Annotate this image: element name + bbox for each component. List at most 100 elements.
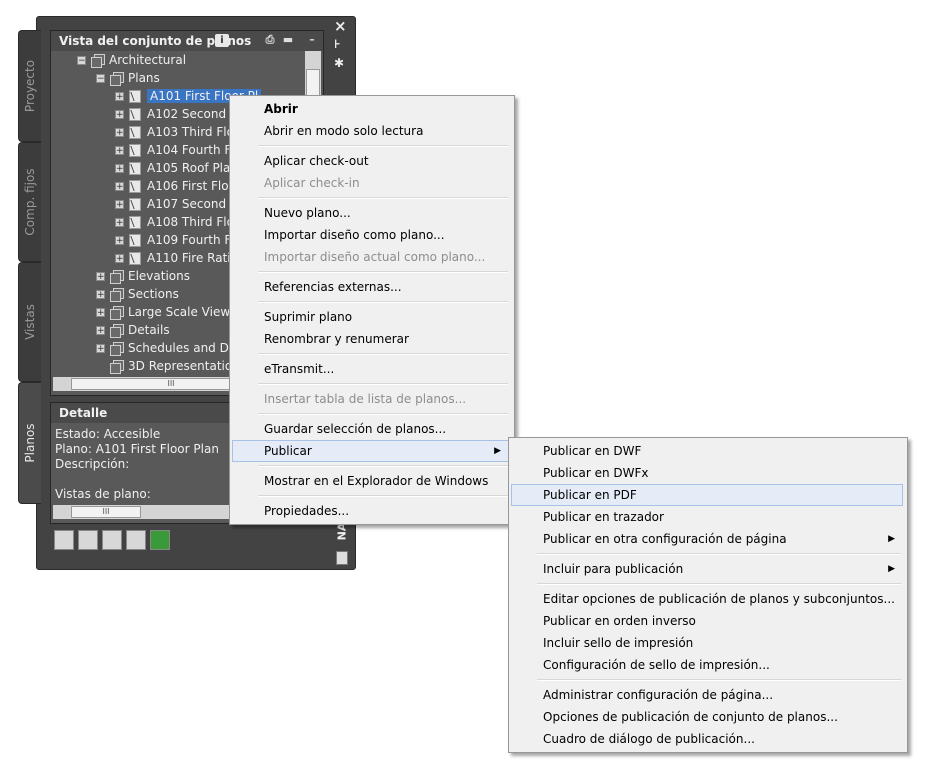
- menu-separator: [258, 495, 508, 497]
- subset-icon: [110, 288, 124, 302]
- palette-side-label: NA: [335, 522, 349, 541]
- tree-row-label: A104 Fourth Fl: [147, 143, 235, 157]
- menu-item-editar-opciones-de-publicacion-de-planos-y-subconjuntos[interactable]: Editar opciones de publicación de planos…: [511, 588, 903, 610]
- menu-item-abrir-en-modo-solo-lectura[interactable]: Abrir en modo solo lectura: [232, 120, 510, 142]
- menu-item-label: Cuadro de diálogo de publicación...: [543, 732, 755, 746]
- expand-icon[interactable]: +: [96, 290, 105, 300]
- expand-icon[interactable]: +: [115, 128, 124, 138]
- expand-icon[interactable]: +: [115, 218, 124, 228]
- subset-icon: [110, 324, 124, 338]
- expand-icon[interactable]: +: [115, 146, 124, 156]
- menu-item-publicar-en-dwfx[interactable]: Publicar en DWFx: [511, 462, 903, 484]
- tree-row-label: A108 Third Flo: [147, 215, 234, 229]
- expand-icon[interactable]: +: [96, 326, 105, 336]
- sheet-icon: [129, 144, 141, 157]
- menu-item-mostrar-en-el-explorador-de-windows[interactable]: Mostrar en el Explorador de Windows: [232, 470, 510, 492]
- menu-item-label: Publicar en trazador: [543, 510, 664, 524]
- collapse-icon[interactable]: −: [77, 56, 86, 66]
- pin-icon[interactable]: ⊦: [334, 37, 341, 51]
- menu-item-suprimir-plano[interactable]: Suprimir plano: [232, 306, 510, 328]
- properties-icon[interactable]: ✱: [334, 56, 344, 70]
- expand-icon[interactable]: +: [96, 344, 105, 354]
- new-sheet-icon[interactable]: [78, 530, 98, 550]
- tree-row-label: Architectural: [109, 53, 187, 67]
- tree-subset-row[interactable]: − Plans: [51, 70, 305, 88]
- tab-planos[interactable]: Planos: [18, 382, 41, 504]
- publish-icon[interactable]: ⎙: [263, 33, 277, 47]
- detail-sheet-views: Vistas de plano:: [55, 487, 151, 501]
- menu-item-abrir[interactable]: Abrir: [232, 98, 510, 120]
- menu-separator: [537, 553, 901, 555]
- menu-item-publicar[interactable]: Publicar ▶: [232, 440, 510, 462]
- info-icon[interactable]: i: [215, 34, 229, 47]
- menu-item-renombrar-y-renumerar[interactable]: Renombrar y renumerar: [232, 328, 510, 350]
- expand-icon[interactable]: +: [115, 92, 124, 102]
- view-list-icon[interactable]: [54, 530, 74, 550]
- menu-item-configuracion-de-sello-de-impresion[interactable]: Configuración de sello de impresión...: [511, 654, 903, 676]
- expand-icon[interactable]: +: [115, 236, 124, 246]
- menu-item-label: Publicar en orden inverso: [543, 614, 696, 628]
- scroll-thumb[interactable]: III: [71, 506, 141, 518]
- menu-item-aplicar-check-out[interactable]: Aplicar check-out: [232, 150, 510, 172]
- tree-row-label: A110 Fire Ratin: [147, 251, 239, 265]
- tab-proyecto[interactable]: Proyecto: [18, 30, 41, 142]
- menu-item-nuevo-plano[interactable]: Nuevo plano...: [232, 202, 510, 224]
- cursor-select-icon[interactable]: [102, 530, 122, 550]
- tab-comp-fijos[interactable]: Comp. fijos: [18, 142, 41, 262]
- menu-separator: [258, 413, 508, 415]
- menu-item-referencias-externas[interactable]: Referencias externas...: [232, 276, 510, 298]
- menu-item-incluir-para-publicacion[interactable]: Incluir para publicación ▶: [511, 558, 903, 580]
- menu-item-cuadro-de-dialogo-de-publicacion[interactable]: Cuadro de diálogo de publicación...: [511, 728, 903, 750]
- tab-label: Proyecto: [23, 59, 37, 113]
- collapse-icon[interactable]: –: [305, 33, 319, 47]
- expand-icon[interactable]: +: [115, 200, 124, 210]
- sheet-icon: [129, 162, 141, 175]
- tab-label: Comp. fijos: [23, 168, 37, 236]
- menu-item-importar-diseno-como-plano[interactable]: Importar diseño como plano...: [232, 224, 510, 246]
- menu-item-propiedades[interactable]: Propiedades...: [232, 500, 510, 522]
- menu-item-incluir-sello-de-impresion[interactable]: Incluir sello de impresión: [511, 632, 903, 654]
- collapse-icon[interactable]: −: [96, 74, 105, 84]
- expand-icon[interactable]: +: [115, 164, 124, 174]
- expand-icon[interactable]: +: [96, 308, 105, 318]
- menu-separator: [258, 465, 508, 467]
- menu-separator: [258, 197, 508, 199]
- layout-icon[interactable]: [126, 530, 146, 550]
- tree-row-label: 3D Representation: [128, 359, 240, 373]
- publish-submenu: Publicar en DWF Publicar en DWFx Publicar …: [508, 437, 908, 753]
- subset-icon: [110, 72, 124, 86]
- expand-icon[interactable]: +: [115, 254, 124, 264]
- menu-item-publicar-en-pdf[interactable]: Publicar en PDF: [511, 484, 903, 506]
- expand-icon[interactable]: +: [115, 182, 124, 192]
- menu-item-guardar-seleccion-de-planos[interactable]: Guardar selección de planos...: [232, 418, 510, 440]
- tab-vistas[interactable]: Vistas: [18, 262, 41, 382]
- menu-item-label: Aplicar check-in: [264, 176, 360, 190]
- menu-item-administrar-configuracion-de-pagina[interactable]: Administrar configuración de página...: [511, 684, 903, 706]
- refresh-icon[interactable]: [150, 530, 170, 550]
- menu-item-opciones-de-publicacion-de-conjunto-de-planos[interactable]: Opciones de publicación de conjunto de p…: [511, 706, 903, 728]
- sheet-icon: [129, 216, 141, 229]
- menu-item-label: Importar diseño como plano...: [264, 228, 445, 242]
- scroll-grip: III: [102, 507, 110, 516]
- menu-item-etransmit[interactable]: eTransmit...: [232, 358, 510, 380]
- tree-subset-row[interactable]: − Architectural: [51, 52, 305, 70]
- menu-item-publicar-en-otra-configuracion-de-pagina[interactable]: Publicar en otra configuración de página…: [511, 528, 903, 550]
- expand-icon[interactable]: +: [115, 110, 124, 120]
- menu-item-label: Administrar configuración de página...: [543, 688, 774, 702]
- menu-item-publicar-en-orden-inverso[interactable]: Publicar en orden inverso: [511, 610, 903, 632]
- menu-item-label: Configuración de sello de impresión...: [543, 658, 770, 672]
- menu-separator: [258, 145, 508, 147]
- sheet-icon: [129, 234, 141, 247]
- menu-item-label: Publicar en DWF: [543, 444, 642, 458]
- tab-label: Planos: [23, 423, 37, 463]
- menu-separator: [258, 383, 508, 385]
- menu-item-publicar-en-dwf[interactable]: Publicar en DWF: [511, 440, 903, 462]
- menu-item-label: eTransmit...: [264, 362, 335, 376]
- menu-separator: [258, 301, 508, 303]
- menu-icon[interactable]: [336, 551, 348, 565]
- menu-item-publicar-en-trazador[interactable]: Publicar en trazador: [511, 506, 903, 528]
- close-icon[interactable]: ×: [334, 17, 347, 35]
- folder-icon[interactable]: ▬: [281, 33, 295, 47]
- expand-icon[interactable]: +: [96, 272, 105, 282]
- tree-row-label: A103 Third Flo: [147, 125, 234, 139]
